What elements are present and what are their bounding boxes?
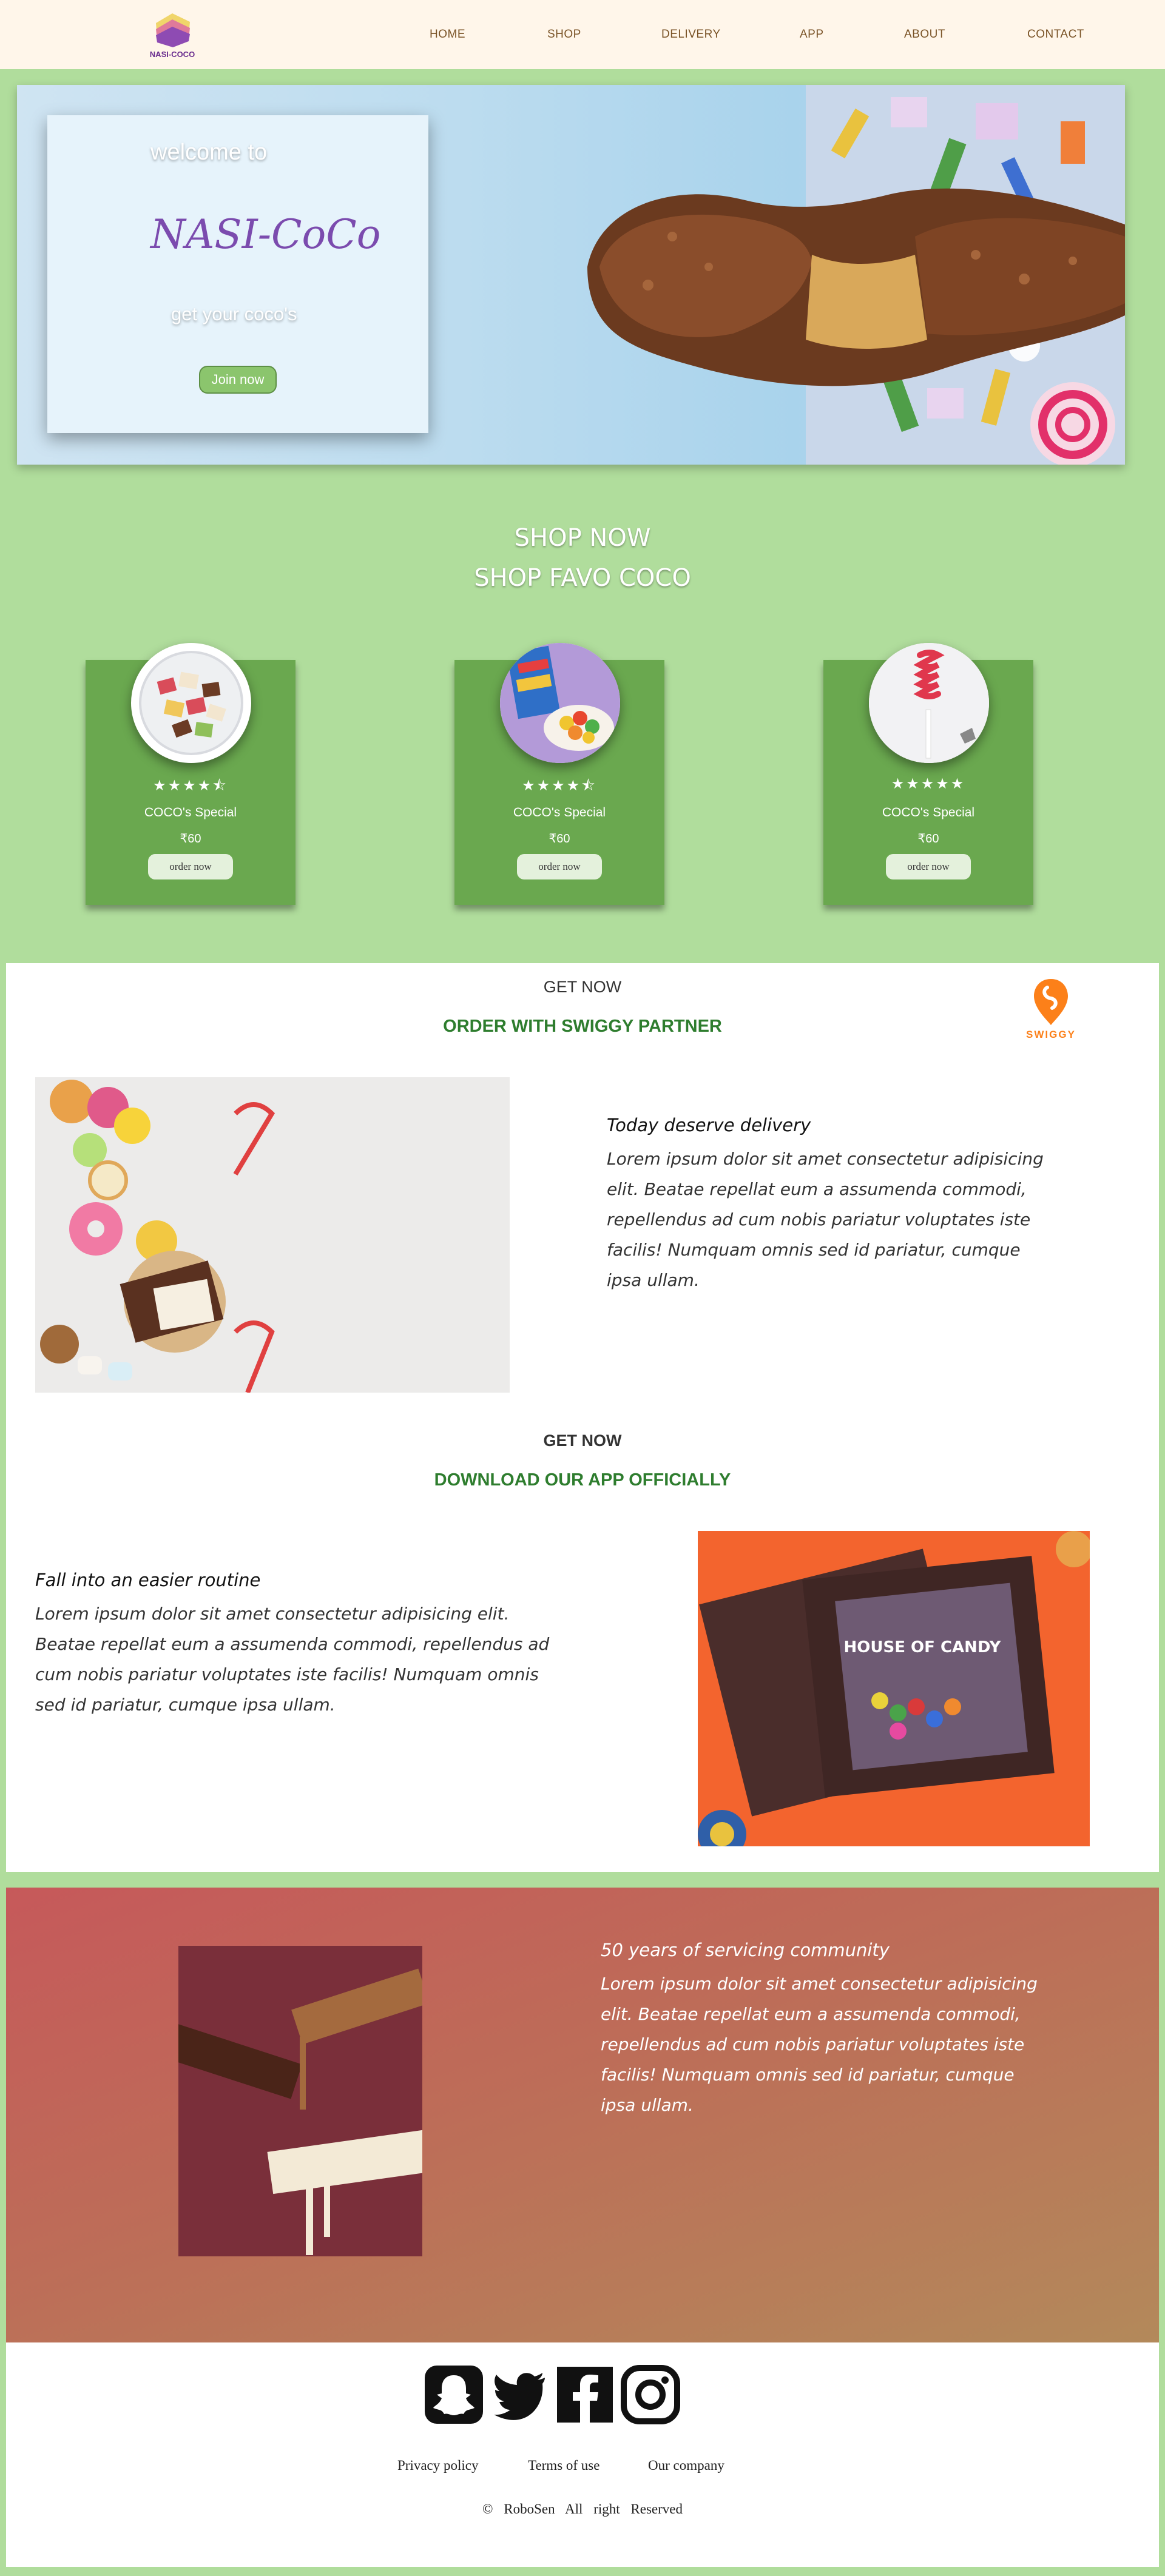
melting-chocolate-icon	[178, 1946, 422, 2256]
chocolate-bars-image	[178, 1946, 422, 2256]
lollipop-icon	[869, 643, 989, 763]
nav-link-shop[interactable]: SHOP	[547, 28, 581, 41]
logo-text: NASI-COCO	[149, 50, 195, 59]
community-text-body: Lorem ipsum dolor sit amet consectetur a…	[601, 1974, 1038, 2115]
order-now-button[interactable]: order now	[148, 854, 233, 879]
nav-link-home[interactable]: HOME	[430, 28, 465, 41]
star-rating: ★★★★⯪	[522, 778, 597, 794]
nav-links: HOME SHOP DELIVERY APP ABOUT CONTACT	[0, 28, 1165, 42]
footer-link-privacy[interactable]: Privacy policy	[397, 2458, 479, 2473]
delivery-text-heading: Today deserve delivery	[607, 1115, 811, 1135]
delivery-label: GET NOW	[543, 978, 622, 996]
app-label: GET NOW	[543, 1431, 622, 1450]
product-price: ₹60	[180, 832, 201, 846]
hero-tagline: get your coco's	[171, 303, 297, 325]
gummy-bears-icon	[500, 643, 620, 763]
product-card: ★★★★⯪ COCO's Special ₹60 order now	[454, 643, 664, 905]
order-now-button[interactable]: order now	[517, 854, 602, 879]
nav-link-delivery[interactable]: DELIVERY	[661, 28, 721, 41]
order-now-button[interactable]: order now	[886, 854, 971, 879]
twitter-icon[interactable]	[489, 2364, 550, 2425]
hero-welcome-card: welcome to NASI-CoCo get your coco's Joi…	[47, 115, 428, 433]
delivery-text-body: Lorem ipsum dolor sit amet consectetur a…	[607, 1149, 1044, 1290]
app-heading: DOWNLOAD OUR APP OFFICIALLY	[434, 1470, 731, 1490]
sweets-illustration-icon	[35, 1077, 510, 1393]
delivery-app-section: GET NOW ORDER WITH SWIGGY PARTNER SWIGGY	[6, 963, 1159, 1872]
facebook-icon[interactable]	[555, 2364, 615, 2425]
copyright-text: © RoboSen All right Reserved	[482, 2501, 683, 2517]
sweets-image	[35, 1077, 510, 1393]
candies-plate-icon	[139, 651, 243, 755]
product-name: COCO's Special	[144, 805, 237, 819]
shop-title-line1: SHOP NOW	[514, 524, 651, 552]
nav-link-contact[interactable]: CONTACT	[1027, 28, 1084, 41]
community-text-heading: 50 years of servicing community	[601, 1940, 890, 1960]
swiggy-text: SWIGGY	[1026, 1029, 1076, 1040]
app-text-heading: Fall into an easier routine	[35, 1570, 261, 1590]
product-card: ★★★★★ COCO's Special ₹60 order now	[823, 643, 1033, 905]
house-of-candy-text: HOUSE OF CANDY	[844, 1638, 1002, 1656]
hero-welcome-text: welcome to	[150, 140, 268, 165]
product-name: COCO's Special	[882, 805, 975, 819]
hero-brand-title: NASI-CoCo	[150, 211, 381, 258]
product-card: ★★★★⯪ COCO's Special ₹60 order now	[86, 643, 295, 905]
instagram-icon[interactable]	[620, 2364, 681, 2425]
footer-link-terms[interactable]: Terms of use	[528, 2458, 599, 2473]
join-now-button[interactable]: Join now	[199, 366, 277, 394]
hero-banner: welcome to NASI-CoCo get your coco's Joi…	[17, 85, 1125, 465]
product-price: ₹60	[549, 832, 570, 846]
shop-title-line2: SHOP FAVO COCO	[474, 564, 691, 592]
footer: Privacy policy Terms of use Our company …	[6, 2342, 1159, 2567]
star-rating: ★★★★⯪	[153, 778, 228, 794]
product-price: ₹60	[917, 832, 939, 846]
candy-box-image: HOUSE OF CANDY	[698, 1531, 1090, 1846]
nav-link-about[interactable]: ABOUT	[904, 28, 945, 41]
top-navbar: NASI-COCO HOME SHOP DELIVERY APP ABOUT C…	[0, 0, 1165, 69]
product-image-lollipop	[869, 643, 989, 763]
community-section: 50 years of servicing community Lorem ip…	[6, 1888, 1159, 2342]
candy-box-illustration-icon: HOUSE OF CANDY	[698, 1531, 1090, 1846]
chocolate-bar-candy-image	[587, 85, 1125, 465]
snapchat-icon[interactable]	[424, 2364, 484, 2425]
swiggy-pin-icon	[1034, 979, 1068, 1025]
footer-link-company[interactable]: Our company	[648, 2458, 724, 2473]
star-rating: ★★★★★	[891, 776, 966, 792]
nav-link-app[interactable]: APP	[800, 28, 824, 41]
swiggy-logo[interactable]: SWIGGY	[1021, 974, 1081, 1044]
product-image-gummies	[500, 643, 620, 763]
delivery-heading: ORDER WITH SWIGGY PARTNER	[443, 1017, 722, 1036]
app-text-body: Lorem ipsum dolor sit amet consectetur a…	[35, 1604, 550, 1715]
product-name: COCO's Special	[513, 805, 606, 819]
product-image-candies	[131, 643, 251, 763]
